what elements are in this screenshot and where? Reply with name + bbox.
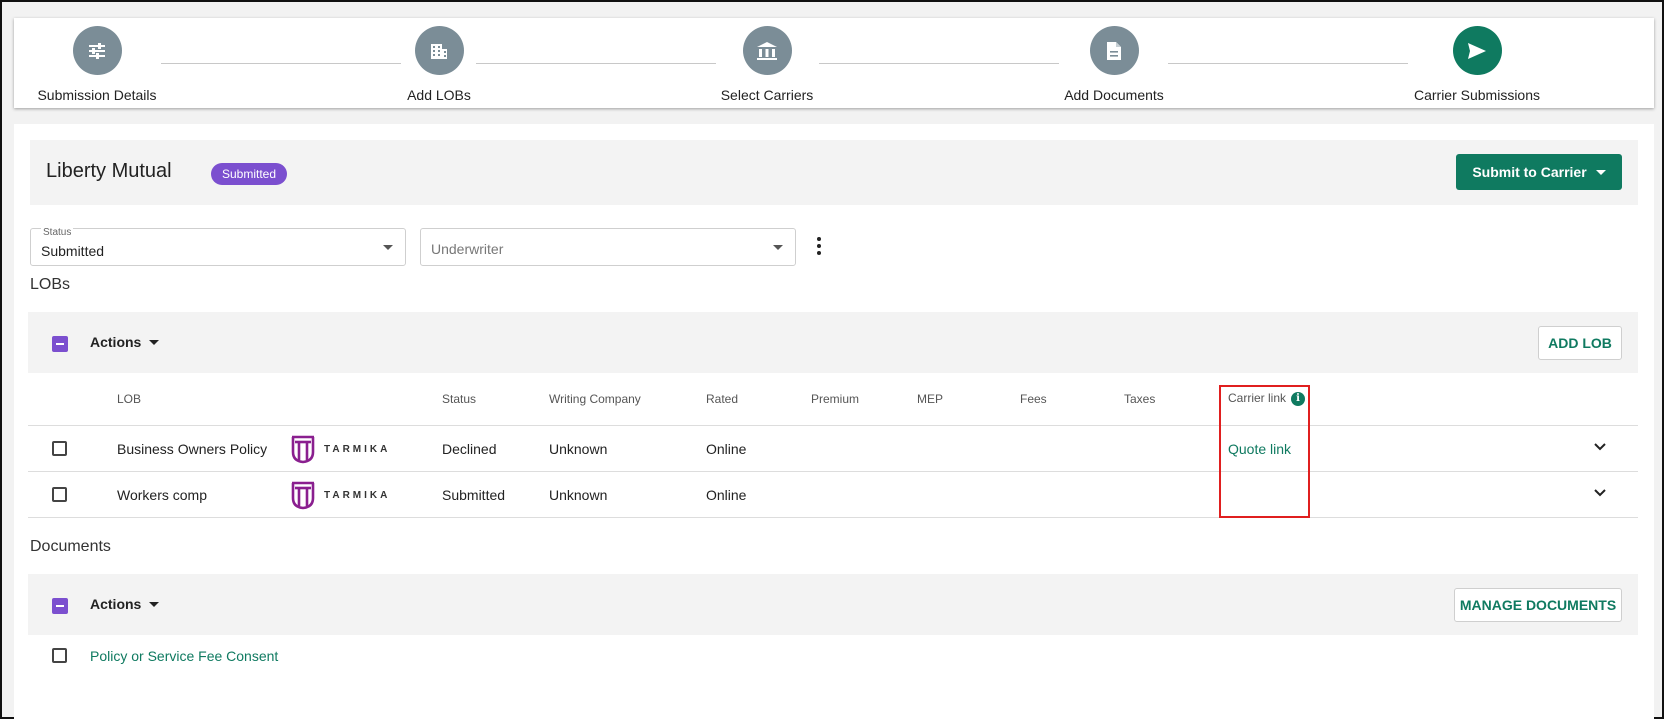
chevron-down-icon[interactable]	[1594, 489, 1606, 497]
step-label: Carrier Submissions	[1413, 87, 1541, 103]
column-header-lob: LOB	[117, 392, 142, 406]
table-header-row: LOB Status Writing Company Rated Premium…	[28, 374, 1638, 426]
step-add-documents[interactable]: Add Documents	[1014, 26, 1214, 103]
row-checkbox[interactable]	[52, 487, 67, 502]
documents-actions-menu[interactable]: Actions	[90, 596, 160, 612]
caret-down-icon	[1595, 169, 1606, 175]
lobs-actions-bar: Actions ADD LOB	[28, 312, 1638, 373]
status-field-label: Status	[41, 227, 74, 238]
caret-down-icon	[383, 245, 393, 250]
rated: Online	[706, 487, 747, 503]
status-select[interactable]: Status Submitted	[30, 227, 406, 266]
more-options-icon[interactable]	[812, 234, 826, 258]
lob-status: Declined	[442, 441, 497, 457]
status-value: Submitted	[41, 243, 105, 259]
step-label: Submission Details	[37, 87, 157, 103]
documents-section-title: Documents	[30, 538, 111, 555]
lob-name: Business Owners Policy	[117, 441, 268, 457]
writing-company: Unknown	[549, 487, 608, 503]
document-row[interactable]: Policy or Service Fee Consent	[28, 634, 1638, 678]
chevron-down-icon[interactable]	[1594, 443, 1606, 451]
step-submission-details[interactable]: Submission Details	[0, 26, 197, 103]
highlight-box	[1219, 385, 1310, 518]
add-lob-button[interactable]: ADD LOB	[1538, 326, 1622, 360]
tarmika-logo: TARMIKA	[290, 480, 390, 510]
table-row[interactable]: Business Owners Policy TARMIKA Declined …	[28, 426, 1638, 472]
caret-down-icon	[149, 339, 160, 345]
select-all-documents-checkbox[interactable]	[52, 598, 68, 614]
underwriter-placeholder: Underwriter	[431, 241, 504, 257]
row-checkbox[interactable]	[52, 648, 67, 663]
actions-label: Actions	[90, 596, 142, 612]
column-header-rated: Rated	[706, 392, 739, 406]
step-label: Add Documents	[1064, 87, 1164, 103]
table-row[interactable]: Workers comp TARMIKA Submitted Unknown O…	[28, 472, 1638, 518]
manage-documents-button[interactable]: MANAGE DOCUMENTS	[1454, 588, 1622, 622]
column-header-mep: MEP	[917, 392, 944, 406]
lob-status: Submitted	[442, 487, 506, 503]
column-header-status: Status	[442, 392, 477, 406]
lobs-section-title: LOBs	[30, 276, 71, 293]
step-label: Add LOBs	[407, 87, 471, 103]
building-icon	[414, 26, 464, 75]
logo-wordmark: TARMIKA	[324, 443, 391, 455]
progress-stepper: Submission Details Add LOBs Select Carri…	[14, 18, 1654, 108]
column-header-premium: Premium	[811, 392, 860, 406]
carrier-card: Liberty Mutual Submitted Submit to Carri…	[14, 124, 1654, 719]
caret-down-icon	[149, 601, 160, 607]
column-header-taxes: Taxes	[1124, 392, 1156, 406]
documents-actions-bar: Actions MANAGE DOCUMENTS	[28, 574, 1638, 635]
lobs-actions-menu[interactable]: Actions	[90, 334, 160, 350]
rated: Online	[706, 441, 747, 457]
writing-company: Unknown	[549, 441, 608, 457]
column-header-fees: Fees	[1020, 392, 1047, 406]
step-carrier-submissions[interactable]: Carrier Submissions	[1377, 26, 1577, 103]
app-frame: Submission Details Add LOBs Select Carri…	[0, 0, 1664, 719]
tarmika-logo: TARMIKA	[290, 434, 390, 464]
step-add-lobs[interactable]: Add LOBs	[339, 26, 539, 103]
submit-to-carrier-button[interactable]: Submit to Carrier	[1456, 154, 1622, 190]
actions-label: Actions	[90, 334, 142, 350]
row-checkbox[interactable]	[52, 441, 67, 456]
logo-wordmark: TARMIKA	[324, 489, 391, 501]
caret-down-icon	[773, 245, 783, 250]
document-icon	[1089, 26, 1139, 75]
select-all-checkbox[interactable]	[52, 336, 68, 352]
step-select-carriers[interactable]: Select Carriers	[667, 26, 867, 103]
lob-name: Workers comp	[117, 487, 207, 503]
column-header-writing-company: Writing Company	[549, 392, 641, 406]
status-badge: Submitted	[211, 163, 288, 185]
submit-button-label: Submit to Carrier	[1472, 164, 1587, 180]
carrier-header: Liberty Mutual Submitted Submit to Carri…	[30, 140, 1638, 205]
step-label: Select Carriers	[720, 87, 814, 103]
send-icon	[1452, 26, 1502, 75]
document-link[interactable]: Policy or Service Fee Consent	[90, 648, 278, 664]
carrier-name: Liberty Mutual	[46, 160, 172, 182]
underwriter-select[interactable]: Underwriter	[420, 228, 796, 266]
sliders-icon	[72, 26, 122, 75]
bank-icon	[742, 26, 792, 75]
